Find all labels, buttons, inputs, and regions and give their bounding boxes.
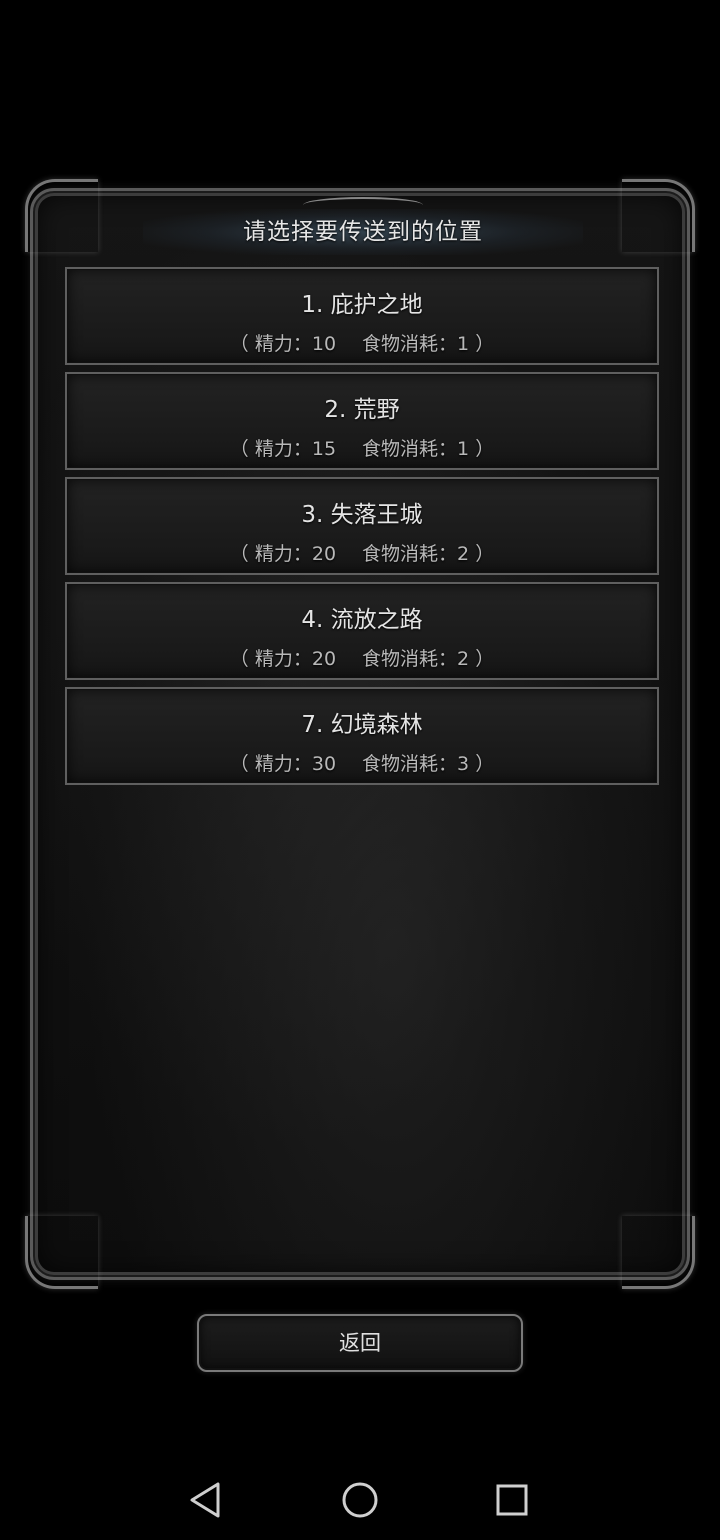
ornament-corner-bottom-left [25,1216,98,1289]
cost-open-paren: （ [229,753,249,775]
cost-close-paren: ） [475,333,495,355]
food-cost: 食物消耗：1 [362,438,470,460]
food-cost: 食物消耗：2 [362,543,470,565]
location-cost: （ 精力：15 食物消耗：1 ） [67,434,657,461]
cost-open-paren: （ [229,438,249,460]
back-button[interactable]: 返回 [197,1314,523,1372]
home-circle-icon[interactable] [338,1478,382,1522]
stamina-cost: 精力：15 [254,438,337,460]
cost-close-paren: ） [475,753,495,775]
title-ornament [303,197,423,213]
ornament-corner-top-left [25,179,98,252]
cost-open-paren: （ [229,648,249,670]
stamina-cost: 精力：20 [254,543,337,565]
location-cost: （ 精力：20 食物消耗：2 ） [67,539,657,566]
location-item-1[interactable]: 1. 庇护之地 （ 精力：10 食物消耗：1 ） [65,267,659,365]
cost-close-paren: ） [475,543,495,565]
cost-open-paren: （ [229,333,249,355]
teleport-screen: 请选择要传送到的位置 1. 庇护之地 （ 精力：10 食物消耗：1 ） 2. 荒野… [0,0,720,1540]
teleport-dialog: 请选择要传送到的位置 1. 庇护之地 （ 精力：10 食物消耗：1 ） 2. 荒野… [25,179,695,1289]
location-item-3[interactable]: 3. 失落王城 （ 精力：20 食物消耗：2 ） [65,477,659,575]
location-name: 2. 荒野 [324,397,400,423]
location-cost: （ 精力：20 食物消耗：2 ） [67,644,657,671]
ornament-corner-top-right [622,179,695,252]
food-cost: 食物消耗：3 [362,753,470,775]
cost-close-paren: ） [475,648,495,670]
location-item-5[interactable]: 7. 幻境森林 （ 精力：30 食物消耗：3 ） [65,687,659,785]
location-name: 3. 失落王城 [301,502,423,528]
location-list: 1. 庇护之地 （ 精力：10 食物消耗：1 ） 2. 荒野 （ 精力：15 食物消… [65,267,659,792]
food-cost: 食物消耗：1 [362,333,470,355]
location-cost: （ 精力：30 食物消耗：3 ） [67,749,657,776]
food-cost: 食物消耗：2 [362,648,470,670]
cost-close-paren: ） [475,438,495,460]
location-name: 7. 幻境森林 [301,712,423,738]
location-name: 4. 流放之路 [301,607,423,633]
stamina-cost: 精力：10 [254,333,337,355]
location-item-4[interactable]: 4. 流放之路 （ 精力：20 食物消耗：2 ） [65,582,659,680]
ornament-corner-bottom-right [622,1216,695,1289]
system-navigation-bar [0,1460,720,1540]
location-item-2[interactable]: 2. 荒野 （ 精力：15 食物消耗：1 ） [65,372,659,470]
stamina-cost: 精力：30 [254,753,337,775]
location-cost: （ 精力：10 食物消耗：1 ） [67,329,657,356]
back-triangle-icon[interactable] [184,1478,228,1522]
location-name: 1. 庇护之地 [301,292,423,318]
cost-open-paren: （ [229,543,249,565]
dialog-title-bar: 请选择要传送到的位置 [143,197,583,255]
recent-square-icon[interactable] [490,1478,534,1522]
stamina-cost: 精力：20 [254,648,337,670]
dialog-title: 请选择要传送到的位置 [243,219,483,245]
